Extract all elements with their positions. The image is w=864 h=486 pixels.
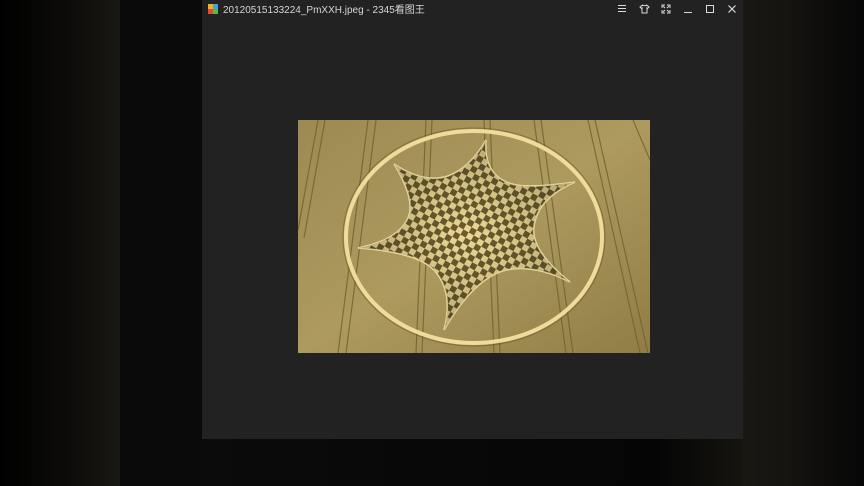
close-icon <box>728 4 736 13</box>
background-dark-strip <box>120 0 202 486</box>
fullscreen-button[interactable] <box>655 0 677 17</box>
window-title: 20120515133224_PmXXH.jpeg - 2345看图王 <box>223 5 425 16</box>
crop-circle-photo <box>298 120 650 353</box>
menu-button[interactable] <box>611 0 633 17</box>
minimize-button[interactable] <box>677 0 699 17</box>
skin-icon <box>638 3 650 13</box>
background-blur-right <box>743 0 864 486</box>
skin-button[interactable] <box>633 0 655 17</box>
image-viewer-window: 20120515133224_PmXXH.jpeg - 2345看图王 <box>202 0 743 439</box>
app-icon <box>208 3 218 14</box>
window-controls <box>611 0 743 17</box>
maximize-button[interactable] <box>699 0 721 17</box>
background-blur-left <box>0 0 120 486</box>
minimize-icon <box>684 11 692 13</box>
title-bar[interactable]: 20120515133224_PmXXH.jpeg - 2345看图王 <box>202 0 743 17</box>
menu-icon <box>618 5 626 12</box>
maximize-icon <box>706 4 714 13</box>
displayed-image[interactable] <box>298 120 650 353</box>
close-button[interactable] <box>721 0 743 17</box>
fullscreen-icon <box>661 4 671 13</box>
